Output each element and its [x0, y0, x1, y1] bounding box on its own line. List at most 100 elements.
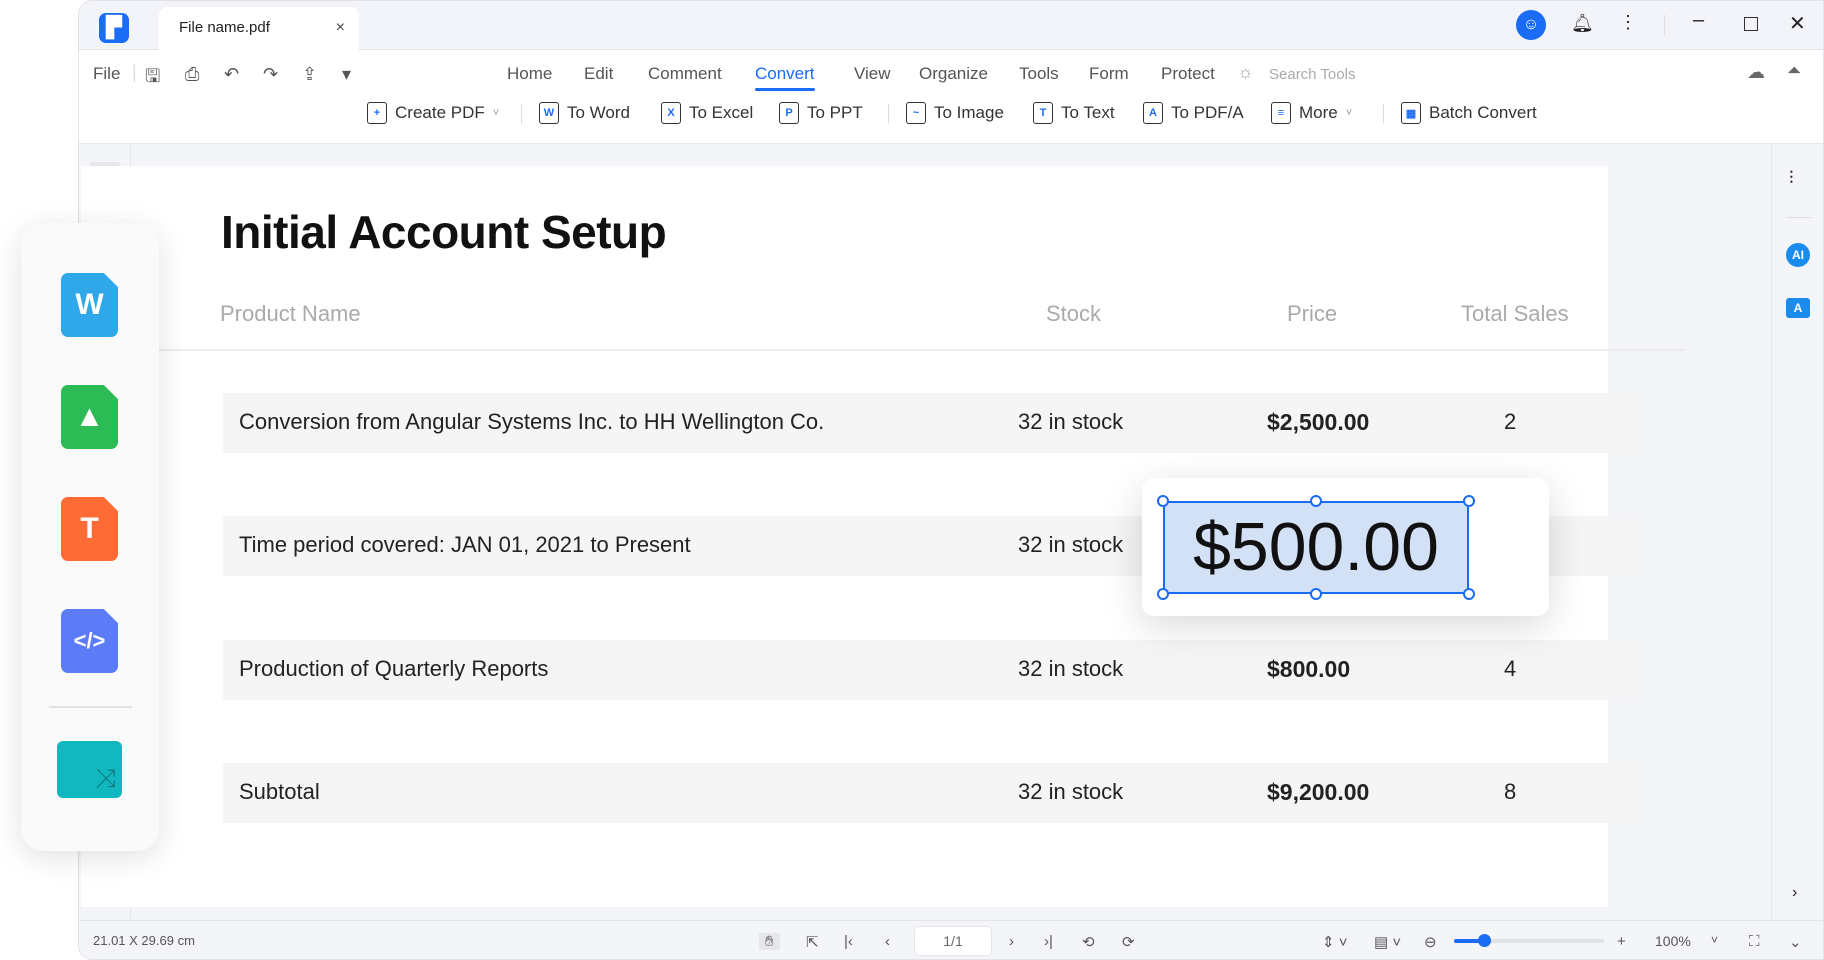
resize-handle[interactable] [1157, 588, 1169, 600]
to-word-button[interactable]: W To Word [539, 102, 630, 124]
close-tab-icon[interactable]: × [336, 7, 345, 49]
price[interactable]: $9,200.00 [1267, 779, 1369, 806]
more-button[interactable]: ≡ More ˅ [1271, 102, 1352, 124]
ribbon: File | 🖫 ⎙ ↶ ↷ ⇪ ▾ Home Edit Comment Conver… [79, 50, 1823, 144]
right-sidebar: ⫶ AI A › [1771, 144, 1823, 920]
header-stock: Stock [1046, 301, 1102, 326]
bell-icon[interactable]: 🔔︎ [1571, 13, 1594, 34]
convert-to-word-icon[interactable]: W [61, 273, 118, 337]
zoom-out-icon[interactable]: ⊖ [1424, 933, 1437, 951]
price[interactable]: $800.00 [1267, 656, 1350, 683]
file-menu[interactable]: File [93, 64, 120, 84]
tab-tools[interactable]: Tools [1019, 64, 1059, 84]
to-pdf-a-button[interactable]: A To PDF/A [1143, 102, 1244, 124]
convert-to-text-icon[interactable]: T [61, 497, 118, 561]
product-name: Time period covered: JAN 01, 2021 to Pre… [239, 532, 691, 557]
button-label: To Word [567, 103, 630, 122]
lightbulb-icon: ☼ [1237, 62, 1254, 82]
divider [49, 706, 132, 708]
price[interactable]: $2,500.00 [1267, 409, 1369, 436]
tab-comment[interactable]: Comment [648, 64, 722, 84]
convert-to-image-icon[interactable]: ▲ [61, 385, 118, 449]
tab-protect[interactable]: Protect [1161, 64, 1215, 84]
hand-tool-icon[interactable]: ✋︎ [759, 933, 780, 950]
batch-convert-icon: ▦ [1401, 102, 1421, 124]
page-layout-icon[interactable]: ▤ ˅ [1374, 933, 1401, 951]
stock: 32 in stock [1018, 656, 1124, 681]
maximize-button[interactable] [1744, 17, 1758, 31]
page-number-input[interactable]: 1/1 [914, 926, 992, 956]
total-sales: 4 [1504, 656, 1517, 681]
prev-page-icon[interactable]: ‹ [885, 933, 890, 950]
chevron-down-icon: ˅ [492, 107, 500, 119]
zoom-dropdown-icon[interactable]: ˅ [1711, 933, 1718, 947]
tab-edit[interactable]: Edit [584, 64, 613, 84]
tab-organize[interactable]: Organize [919, 64, 988, 84]
button-label: To Text [1061, 103, 1115, 122]
zoom-slider[interactable] [1454, 934, 1604, 947]
title-bar: ▛ File name.pdf × ☺ 🔔︎ ⋮ – ✕ [79, 1, 1823, 50]
collapse-ribbon-icon[interactable]: ⏶ [1787, 60, 1801, 81]
divider: | [132, 62, 137, 82]
resize-handle[interactable] [1463, 495, 1475, 507]
to-text-button[interactable]: T To Text [1033, 102, 1115, 124]
avatar[interactable]: ☺ [1516, 10, 1546, 40]
selected-text-box[interactable]: $500.00 [1163, 501, 1469, 594]
scroll-down-icon[interactable]: ⌄ [1789, 933, 1802, 951]
rotate-left-icon[interactable]: ⟲ [1082, 933, 1095, 951]
fit-page-icon[interactable]: ⇕ ˅ [1322, 933, 1348, 951]
convert-to-html-icon[interactable]: </> [61, 609, 118, 673]
next-page-icon[interactable]: › [1009, 933, 1014, 950]
resize-handle[interactable] [1463, 588, 1475, 600]
fullscreen-icon[interactable]: ⛶ [1749, 933, 1760, 950]
tab-title: File name.pdf [179, 19, 270, 36]
button-label: More [1299, 103, 1338, 122]
button-label: To Excel [689, 103, 754, 122]
divider [1787, 217, 1811, 218]
resize-handle[interactable] [1157, 495, 1169, 507]
ai-assistant-icon[interactable]: AI [1786, 243, 1810, 267]
share-icon[interactable]: ⇪ [302, 64, 317, 85]
save-icon[interactable]: 🖫 [145, 64, 160, 94]
batch-folder-icon[interactable]: ⤨ [57, 741, 122, 798]
to-pdf-a-icon: A [1143, 102, 1163, 124]
cloud-upload-icon[interactable]: ☁ [1747, 62, 1765, 83]
redo-icon[interactable]: ↷ [263, 64, 278, 85]
stock: 32 in stock [1018, 532, 1124, 557]
dropdown-icon[interactable]: ▾ [342, 64, 351, 85]
zoom-in-icon[interactable]: + [1617, 933, 1626, 950]
button-label: Batch Convert [1429, 103, 1537, 122]
search-tools-input[interactable]: Search Tools [1269, 66, 1355, 83]
header-product-name: Product Name [220, 301, 361, 326]
properties-icon[interactable]: ⫶ [1789, 168, 1794, 189]
tab-home[interactable]: Home [507, 64, 552, 84]
to-excel-button[interactable]: X To Excel [661, 102, 753, 124]
more-vertical-icon[interactable]: ⋮ [1619, 12, 1637, 33]
close-button[interactable]: ✕ [1789, 11, 1806, 36]
to-image-button[interactable]: ~ To Image [906, 102, 1004, 124]
last-page-icon[interactable]: ›| [1044, 933, 1053, 950]
create-pdf-button[interactable]: + Create PDF ˅ [367, 102, 499, 124]
to-ppt-button[interactable]: P To PPT [779, 102, 863, 124]
resize-handle[interactable] [1310, 588, 1322, 600]
button-label: Create PDF [395, 103, 485, 122]
zoom-level[interactable]: 100% [1655, 933, 1691, 949]
undo-icon[interactable]: ↶ [224, 64, 239, 85]
tab-file[interactable]: File name.pdf × [159, 7, 359, 50]
expand-right-icon[interactable]: › [1792, 884, 1797, 902]
select-tool-icon[interactable]: ⇱ [806, 933, 819, 951]
stock: 32 in stock [1018, 779, 1124, 804]
rotate-right-icon[interactable]: ⟳ [1122, 933, 1135, 951]
resize-handle[interactable] [1310, 495, 1322, 507]
tab-view[interactable]: View [854, 64, 891, 84]
minimize-button[interactable]: – [1693, 9, 1704, 32]
print-icon[interactable]: ⎙ [185, 64, 199, 85]
tab-convert[interactable]: Convert [755, 64, 815, 91]
first-page-icon[interactable]: |‹ [844, 933, 853, 950]
translate-icon[interactable]: A [1786, 298, 1810, 318]
to-text-icon: T [1033, 102, 1053, 124]
tab-form[interactable]: Form [1089, 64, 1129, 84]
batch-convert-button[interactable]: ▦ Batch Convert [1401, 102, 1537, 124]
to-image-icon: ~ [906, 102, 926, 124]
more-icon: ≡ [1271, 102, 1291, 124]
